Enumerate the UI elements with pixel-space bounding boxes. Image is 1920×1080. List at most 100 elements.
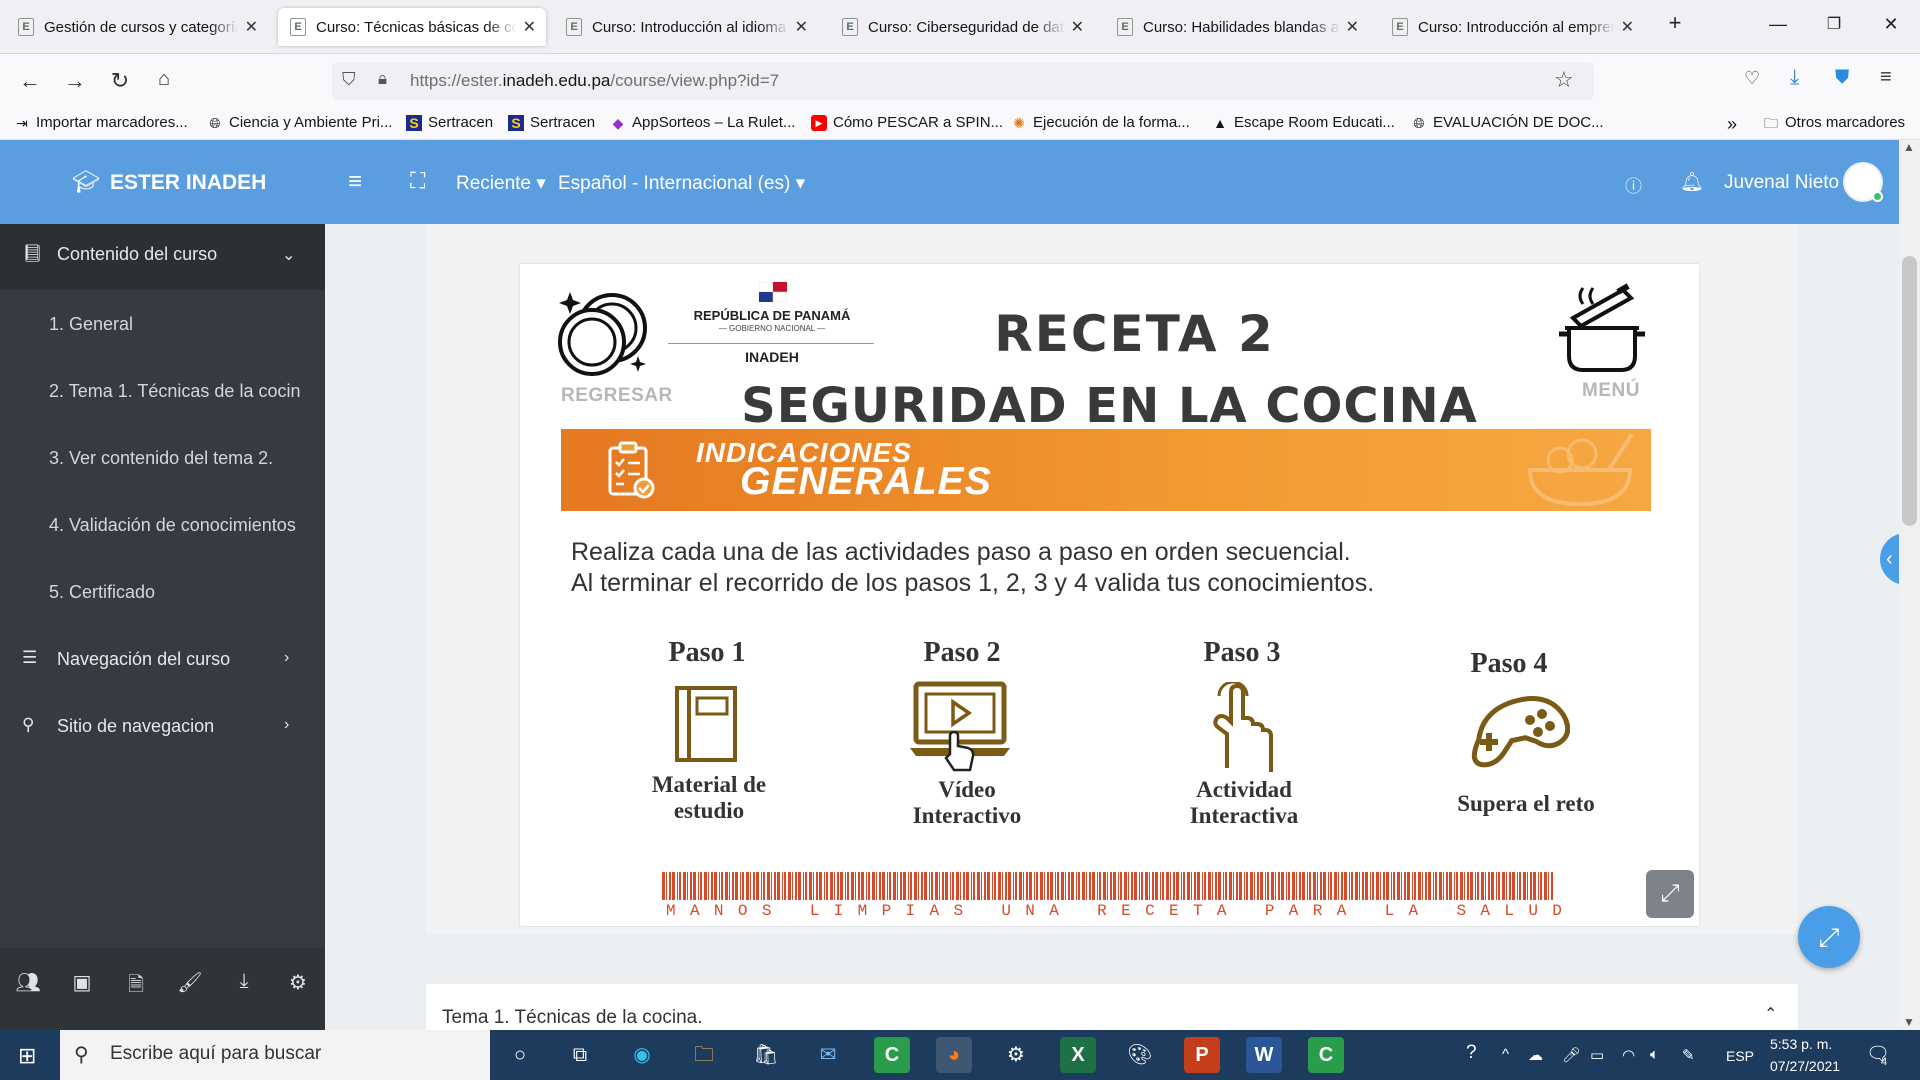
back-arrow-icon[interactable]: ← bbox=[16, 68, 44, 94]
chevron-right-icon[interactable]: › bbox=[284, 649, 289, 667]
sidebar-item-validacion[interactable]: 4. Validación de conocimientos bbox=[49, 515, 301, 536]
pen-icon[interactable]: ✎ bbox=[1682, 1046, 1695, 1064]
language-dropdown[interactable]: Español - Internacional (es) ▾ bbox=[558, 172, 805, 195]
next-section-title[interactable]: Tema 1. Técnicas de la cocina. bbox=[442, 1007, 703, 1029]
participants-icon[interactable]: 👥︎ bbox=[13, 970, 43, 995]
close-tab-icon[interactable]: ✕ bbox=[1346, 17, 1359, 37]
taskbar-search-placeholder[interactable]: Escribe aquí para buscar bbox=[110, 1043, 321, 1065]
other-bookmarks[interactable]: 🗀 Otros marcadores bbox=[1763, 114, 1905, 131]
scroll-up-icon[interactable]: ▲ bbox=[1903, 140, 1915, 154]
powerpoint-icon[interactable]: P bbox=[1184, 1037, 1220, 1073]
settings-gears-icon[interactable]: ⚙ bbox=[283, 970, 313, 995]
close-tab-icon[interactable]: ✕ bbox=[1621, 17, 1634, 37]
camtasia-recorder-icon[interactable]: C bbox=[1308, 1037, 1344, 1073]
gamepad-challenge-icon[interactable] bbox=[1458, 692, 1570, 778]
bookmark-evaluacion[interactable]: 🌐︎ EVALUACIÓN DE DOC... bbox=[1411, 114, 1603, 131]
mail-icon[interactable]: ✉ bbox=[810, 1037, 846, 1073]
app-icon[interactable]: ⚙ bbox=[998, 1037, 1034, 1073]
scroll-down-icon[interactable]: ▼ bbox=[1903, 1015, 1915, 1029]
language-indicator[interactable]: ESP bbox=[1726, 1048, 1754, 1064]
restore-icon[interactable]: ❐ bbox=[1819, 14, 1849, 34]
book-study-icon[interactable] bbox=[673, 684, 739, 764]
sidebar-course-navigation[interactable]: Navegación del curso bbox=[57, 649, 230, 670]
bookmark-sertracen-2[interactable]: S Sertracen bbox=[508, 114, 595, 131]
battery-icon[interactable]: ▭ bbox=[1590, 1046, 1604, 1064]
archive-icon[interactable]: ▣ bbox=[67, 970, 97, 995]
sidebar-item-general[interactable]: 1. General bbox=[49, 314, 301, 335]
clock-date[interactable]: 07/27/2021 bbox=[1770, 1058, 1840, 1074]
tab-emprendimiento[interactable]: E Curso: Introducción al emprendimiento … bbox=[1380, 8, 1644, 46]
microphone-icon[interactable]: 🎤︎ bbox=[1562, 1046, 1581, 1064]
sidebar-item-tema1[interactable]: 2. Tema 1. Técnicas de la cocina bbox=[49, 381, 301, 402]
collapse-chevron-up-icon[interactable]: ⌃ bbox=[1764, 1004, 1777, 1024]
home-icon[interactable]: ⌂ bbox=[150, 68, 178, 91]
close-tab-icon[interactable]: ✕ bbox=[523, 17, 536, 37]
expand-slide-icon[interactable]: ⤢ bbox=[1646, 870, 1694, 918]
tab-gestion-cursos[interactable]: E Gestión de cursos y categorías ✕ bbox=[6, 8, 268, 46]
step2-desc[interactable]: Vídeo Interactivo bbox=[882, 777, 1052, 829]
wifi-icon[interactable]: ◠ bbox=[1622, 1046, 1635, 1064]
sidebar-item-tema2[interactable]: 3. Ver contenido del tema 2. bbox=[49, 448, 301, 469]
close-tab-icon[interactable]: ✕ bbox=[1071, 17, 1084, 37]
download-icon[interactable]: ⤓ bbox=[1790, 66, 1799, 90]
download-tray-icon[interactable]: ⤓ bbox=[229, 970, 259, 993]
notification-bell-icon[interactable]: 🔔︎ bbox=[1680, 170, 1704, 194]
edge-icon[interactable]: ◉ bbox=[624, 1037, 660, 1073]
lock-icon[interactable]: 🔒︎ bbox=[378, 69, 387, 89]
star-bookmark-icon[interactable]: ☆ bbox=[1554, 67, 1574, 93]
close-window-icon[interactable]: ✕ bbox=[1876, 14, 1906, 35]
user-name[interactable]: Juvenal Nieto bbox=[1724, 172, 1839, 194]
paint-icon[interactable]: 🎨︎ bbox=[1122, 1037, 1158, 1073]
pocket-icon[interactable]: ♡ bbox=[1744, 68, 1760, 89]
firefox-icon[interactable]: ◕ bbox=[936, 1037, 972, 1073]
sidebar-section-title[interactable]: Contenido del curso bbox=[57, 244, 217, 265]
step1-desc[interactable]: Material de estudio bbox=[618, 772, 800, 824]
bookmark-escape-room[interactable]: ▲ Escape Room Educati... bbox=[1212, 114, 1395, 131]
help-icon[interactable]: ⓘ bbox=[1625, 172, 1642, 197]
close-tab-icon[interactable]: ✕ bbox=[245, 17, 258, 37]
cortana-icon[interactable]: ○ bbox=[502, 1037, 538, 1073]
fullscreen-icon[interactable]: ⛶ bbox=[410, 168, 425, 194]
url-text[interactable]: https://ester.inadeh.edu.pa/course/view.… bbox=[410, 71, 779, 91]
fullscreen-expand-icon[interactable]: ⤢ bbox=[1798, 906, 1860, 968]
new-tab-plus-icon[interactable]: + bbox=[1660, 10, 1690, 36]
task-view-icon[interactable]: ⧉ bbox=[562, 1037, 598, 1073]
bookmark-ejecucion[interactable]: ✺ Ejecución de la forma... bbox=[1011, 114, 1190, 131]
video-laptop-icon[interactable] bbox=[910, 680, 1010, 778]
clock-time[interactable]: 5:53 p. m. bbox=[1770, 1036, 1832, 1052]
sidebar-item-certificado[interactable]: 5. Certificado bbox=[49, 582, 301, 603]
brush-icon[interactable]: 🖌︎ bbox=[175, 970, 205, 995]
help-tray-icon[interactable]: ? bbox=[1466, 1042, 1477, 1064]
volume-icon[interactable]: 🔈︎ bbox=[1650, 1046, 1659, 1063]
tab-habilidades-blandas[interactable]: E Curso: Habilidades blandas a nivel ✕ bbox=[1105, 8, 1369, 46]
sidebar-site-navigation[interactable]: Sitio de navegacion bbox=[57, 716, 214, 737]
tab-ciberseguridad[interactable]: E Curso: Ciberseguridad de datos ✕ bbox=[830, 8, 1094, 46]
extension-shield-icon[interactable]: ⛊ bbox=[1835, 67, 1849, 89]
step4-desc[interactable]: Supera el reto bbox=[1440, 791, 1612, 817]
windows-start-icon[interactable]: ⊞ bbox=[18, 1043, 36, 1069]
recent-dropdown[interactable]: Reciente ▾ bbox=[456, 172, 546, 195]
bookmark-sertracen-1[interactable]: S Sertracen bbox=[406, 114, 493, 131]
touch-hand-icon[interactable] bbox=[1203, 682, 1283, 772]
chevron-down-icon[interactable]: ⌄ bbox=[282, 245, 295, 265]
tab-tecnicas-cocina[interactable]: E Curso: Técnicas básicas de cocina ✕ bbox=[278, 8, 546, 46]
reload-icon[interactable]: ↻ bbox=[106, 68, 134, 94]
minimize-icon[interactable]: — bbox=[1763, 14, 1793, 35]
file-icon[interactable]: 🗎 bbox=[121, 970, 151, 1004]
word-icon[interactable]: W bbox=[1246, 1037, 1282, 1073]
more-bookmarks-chevron-icon[interactable]: » bbox=[1727, 114, 1737, 135]
scrollbar-thumb[interactable] bbox=[1902, 256, 1917, 526]
shield-icon[interactable]: ⛉ bbox=[342, 69, 356, 90]
excel-icon[interactable]: X bbox=[1060, 1037, 1096, 1073]
close-tab-icon[interactable]: ✕ bbox=[795, 17, 808, 37]
tray-expand-icon[interactable]: ^ bbox=[1502, 1046, 1509, 1063]
site-name[interactable]: ESTER INADEH bbox=[110, 171, 266, 195]
camtasia-icon[interactable]: C bbox=[874, 1037, 910, 1073]
onedrive-icon[interactable]: ☁ bbox=[1528, 1046, 1543, 1064]
store-icon[interactable]: 🛍︎ bbox=[748, 1037, 784, 1073]
menu-toggle-icon[interactable]: ≡ bbox=[348, 168, 362, 196]
file-explorer-icon[interactable]: 🗀 bbox=[686, 1037, 722, 1073]
hamburger-menu-icon[interactable]: ≡ bbox=[1880, 66, 1892, 89]
bookmark-importar[interactable]: ⇥ Importar marcadores... bbox=[14, 114, 188, 131]
forward-arrow-icon[interactable]: → bbox=[61, 68, 89, 94]
